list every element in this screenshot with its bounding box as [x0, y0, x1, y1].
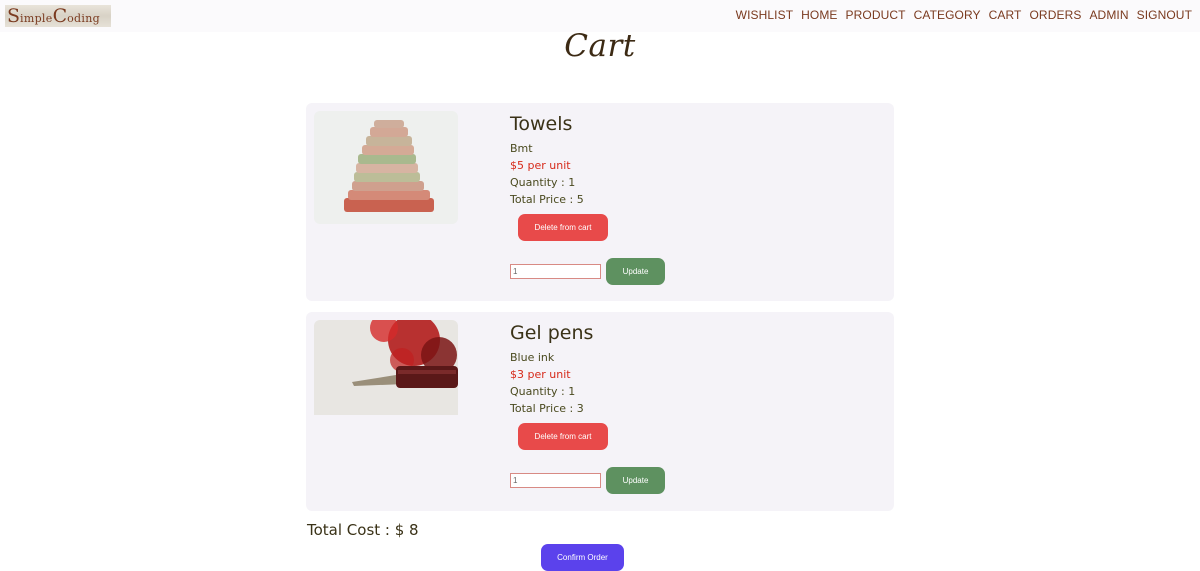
- item-name: Gel pens: [510, 322, 594, 344]
- delete-from-cart-button[interactable]: Delete from cart: [518, 423, 608, 450]
- nav-signout[interactable]: SIGNOUT: [1137, 8, 1192, 22]
- logo-initial-s: S: [7, 5, 21, 27]
- nav-wishlist[interactable]: WISHLIST: [736, 8, 793, 22]
- total-cost: Total Cost : $ 8: [307, 521, 419, 539]
- logo-initial-c: C: [52, 5, 68, 27]
- logo-text-imple: imple: [20, 12, 53, 25]
- item-price: $3 per unit: [510, 368, 571, 381]
- nav-orders[interactable]: ORDERS: [1030, 8, 1082, 22]
- update-button[interactable]: Update: [606, 467, 665, 494]
- quantity-input[interactable]: [510, 264, 601, 279]
- site-logo[interactable]: S imple C oding: [5, 5, 111, 27]
- confirm-order-button[interactable]: Confirm Order: [541, 544, 624, 571]
- logo-text-oding: oding: [67, 12, 100, 25]
- item-name: Towels: [510, 113, 573, 135]
- nav-product[interactable]: PRODUCT: [846, 8, 906, 22]
- item-description: Bmt: [510, 142, 533, 155]
- item-price: $5 per unit: [510, 159, 571, 172]
- nav-home[interactable]: HOME: [801, 8, 837, 22]
- item-description: Blue ink: [510, 351, 555, 364]
- nav-cart[interactable]: CART: [989, 8, 1022, 22]
- quantity-input[interactable]: [510, 473, 601, 488]
- nav-admin[interactable]: ADMIN: [1089, 8, 1128, 22]
- cart-item-card: Gel pens Blue ink $3 per unit Quantity :…: [306, 312, 894, 511]
- update-button[interactable]: Update: [606, 258, 665, 285]
- item-total-price: Total Price : 3: [510, 402, 584, 415]
- nav-category[interactable]: CATEGORY: [914, 8, 981, 22]
- item-total-price: Total Price : 5: [510, 193, 584, 206]
- main-nav: WISHLIST HOME PRODUCT CATEGORY CART ORDE…: [728, 8, 1192, 22]
- cart-item-info: Gel pens Blue ink $3 per unit Quantity :…: [510, 322, 593, 417]
- cart-item-info: Towels Bmt $5 per unit Quantity : 1 Tota…: [510, 113, 584, 208]
- page-title: Cart: [564, 28, 636, 64]
- cart-item-card: Towels Bmt $5 per unit Quantity : 1 Tota…: [306, 103, 894, 301]
- towels-photo-icon: [314, 111, 458, 224]
- delete-from-cart-button[interactable]: Delete from cart: [518, 214, 608, 241]
- item-quantity: Quantity : 1: [510, 385, 576, 398]
- item-quantity: Quantity : 1: [510, 176, 576, 189]
- pen-photo-icon: [314, 320, 458, 433]
